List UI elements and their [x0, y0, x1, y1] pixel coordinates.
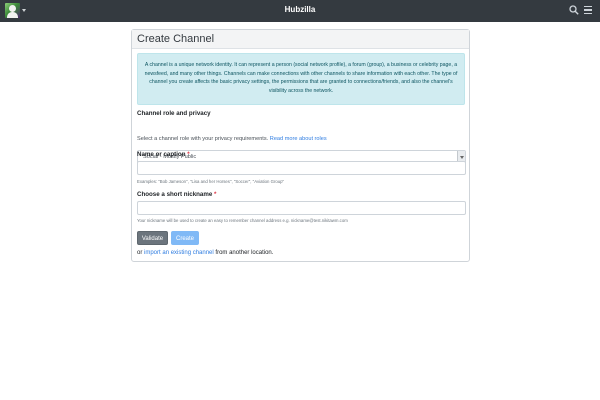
nickname-help: Your nickname will be used to create an …	[137, 218, 348, 223]
top-navbar: Hubzilla	[0, 0, 600, 22]
name-caption-help: Examples: "Bob Jameson", "Lisa and her H…	[137, 179, 285, 184]
search-icon[interactable]	[569, 5, 579, 15]
import-channel-text: or import an existing channel from anoth…	[137, 250, 274, 256]
read-more-roles-link[interactable]: Read more about roles	[270, 136, 327, 142]
name-caption-input[interactable]	[137, 161, 466, 175]
hamburger-menu-icon[interactable]	[584, 6, 592, 14]
info-alert: A channel is a unique network identity. …	[137, 53, 465, 105]
page-title: Create Channel	[137, 33, 215, 45]
import-channel-link[interactable]: import an existing channel	[144, 250, 214, 256]
create-channel-card: Create Channel A channel is a unique net…	[131, 29, 470, 262]
validate-button[interactable]: Validate	[137, 231, 168, 245]
name-caption-label: Name or caption *	[137, 151, 190, 158]
channel-role-label: Channel role and privacy	[137, 110, 211, 117]
required-marker: *	[187, 151, 190, 158]
channel-role-help: Select a channel role with your privacy …	[137, 136, 327, 142]
nickname-input[interactable]	[137, 201, 466, 215]
card-header: Create Channel	[132, 30, 469, 49]
required-marker: *	[214, 191, 217, 198]
create-button[interactable]: Create	[171, 231, 199, 245]
nickname-label: Choose a short nickname *	[137, 191, 217, 198]
brand-title[interactable]: Hubzilla	[0, 5, 600, 14]
